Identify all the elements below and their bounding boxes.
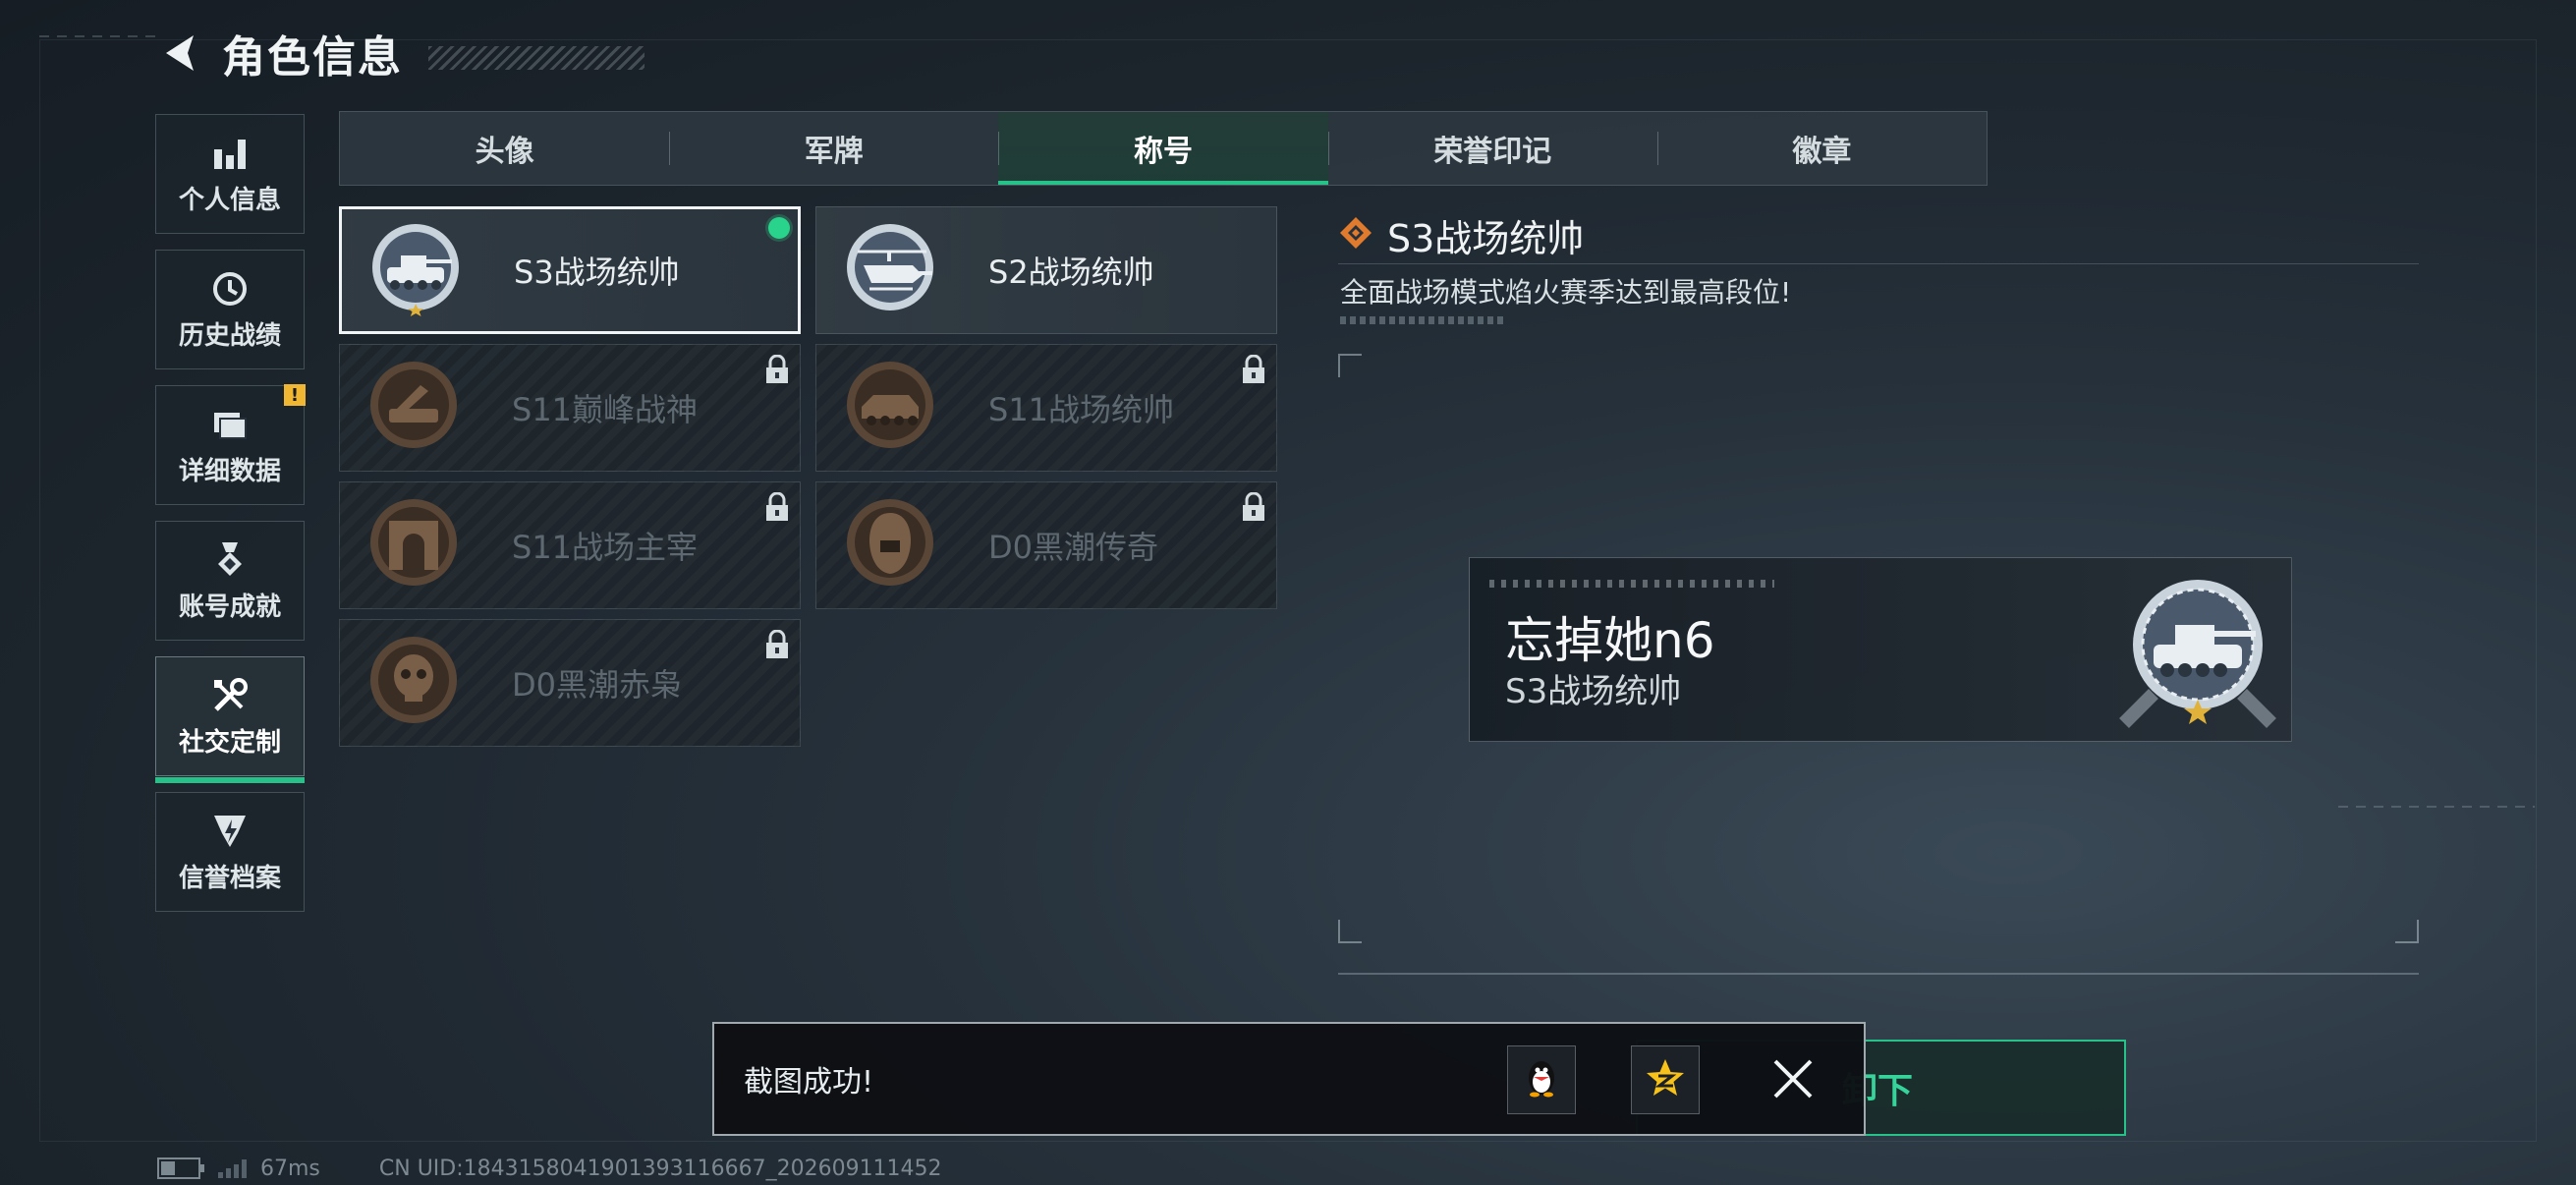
history-clock-icon xyxy=(209,268,251,310)
share-qzone-button[interactable] xyxy=(1631,1045,1700,1114)
title-name: D0黑潮传奇 xyxy=(988,529,1159,566)
lock-icon xyxy=(1241,354,1266,384)
nav-item-personal-info[interactable]: 个人信息 xyxy=(155,114,305,234)
wrench-tools-icon xyxy=(209,675,251,716)
lock-icon xyxy=(1241,491,1266,522)
page-title: 角色信息 xyxy=(222,32,403,83)
nav-label: 信誉档案 xyxy=(178,863,281,893)
frame-corner xyxy=(1338,920,1362,943)
category-tabs: 头像 军牌 称号 荣誉印记 徽章 xyxy=(339,111,1988,186)
helicopter-emblem-icon xyxy=(836,216,944,324)
folder-icon xyxy=(209,404,251,445)
tab-badge[interactable]: 徽章 xyxy=(1656,112,1987,185)
nav-item-history[interactable]: 历史战绩 xyxy=(155,250,305,369)
equipped-indicator xyxy=(768,217,790,239)
launcher-emblem-icon xyxy=(360,354,468,462)
title-card-s2-commander[interactable]: S2战场统帅 xyxy=(815,206,1277,334)
title-name: D0黑潮赤枭 xyxy=(512,666,683,704)
tab-dog-tag[interactable]: 军牌 xyxy=(669,112,998,185)
lock-icon xyxy=(764,629,790,659)
nav-label: 社交定制 xyxy=(178,727,281,758)
back-arrow-icon[interactable] xyxy=(157,30,202,76)
nav-label: 账号成就 xyxy=(178,592,281,622)
player-name: 忘掉她n6 xyxy=(1505,612,1715,669)
share-qq-button[interactable] xyxy=(1507,1045,1576,1114)
tab-avatar[interactable]: 头像 xyxy=(340,112,669,185)
decorative-code-strip xyxy=(1489,580,1774,588)
ping-value: 67ms xyxy=(260,1156,320,1181)
detail-header: S3战场统帅 xyxy=(1338,206,2419,264)
lock-icon xyxy=(764,354,790,384)
nav-item-reputation[interactable]: 信誉档案 xyxy=(155,792,305,912)
nav-item-social-custom[interactable]: 社交定制 xyxy=(155,656,305,783)
page-header: 角色信息 xyxy=(157,22,644,85)
tank-emblem-icon xyxy=(362,216,470,324)
signal-icon xyxy=(218,1158,247,1178)
arch-emblem-icon xyxy=(360,491,468,599)
title-name: S2战场统帅 xyxy=(988,254,1154,291)
decorative-code-strip xyxy=(1340,316,1505,324)
tank-emblem-icon xyxy=(2114,566,2281,733)
title-card-d0-owl[interactable]: D0黑潮赤枭 xyxy=(339,619,801,747)
qq-penguin-icon xyxy=(1520,1056,1563,1103)
nav-label: 详细数据 xyxy=(178,456,281,486)
title-name: S11巅峰战神 xyxy=(512,391,699,428)
battery-icon xyxy=(157,1157,204,1179)
lock-icon xyxy=(764,491,790,522)
frame-corner xyxy=(2395,920,2419,943)
title-card-d0-legend[interactable]: D0黑潮传奇 xyxy=(815,481,1277,609)
orange-diamond-icon xyxy=(1338,215,1373,254)
title-card-s3-commander[interactable]: S3战场统帅 xyxy=(339,206,801,334)
nameplate-preview: 忘掉她n6 S3战场统帅 xyxy=(1469,557,2292,742)
shield-badge-icon xyxy=(209,811,251,852)
title-card-s11-dominator[interactable]: S11战场主宰 xyxy=(339,481,801,609)
frame-divider xyxy=(1338,973,2419,975)
tab-honor-mark[interactable]: 荣誉印记 xyxy=(1327,112,1657,185)
title-name: S11战场统帅 xyxy=(988,391,1175,428)
apc-emblem-icon xyxy=(836,354,944,462)
toast-message: 截图成功! xyxy=(744,1065,874,1100)
hooded-figure-emblem-icon xyxy=(836,491,944,599)
title-card-s11-peak-god[interactable]: S11巅峰战神 xyxy=(339,344,801,472)
tab-title[interactable]: 称号 xyxy=(998,112,1328,185)
player-title: S3战场统帅 xyxy=(1505,672,1682,711)
detail-title-name: S3战场统帅 xyxy=(1387,216,1585,260)
nav-item-detailed-data[interactable]: ! 详细数据 xyxy=(155,384,306,505)
title-list: S3战场统帅 S2战场统帅 S11巅峰战神 S11战场统帅 S11战场主宰 D0… xyxy=(339,206,1277,747)
title-decoration xyxy=(428,46,644,70)
nav-label: 历史战绩 xyxy=(178,320,281,351)
side-nav: 个人信息 历史战绩 ! 详细数据 账号成就 社交定制 信誉档案 xyxy=(155,114,306,928)
medal-icon xyxy=(209,539,251,581)
nav-label: 个人信息 xyxy=(178,185,281,215)
alert-badge: ! xyxy=(284,384,306,406)
skull-emblem-icon xyxy=(360,629,468,737)
title-name: S11战场主宰 xyxy=(512,529,699,566)
bar-chart-icon xyxy=(209,133,251,174)
frame-corner xyxy=(1338,354,1362,377)
title-name: S3战场统帅 xyxy=(514,254,680,291)
close-icon[interactable] xyxy=(1765,1051,1820,1106)
title-card-s11-commander[interactable]: S11战场统帅 xyxy=(815,344,1277,472)
status-footer: 67ms CN UID:1843158041901393116667_20260… xyxy=(157,1156,942,1181)
detail-description: 全面战场模式焰火赛季达到最高段位! xyxy=(1340,276,1792,309)
background-dash-line xyxy=(39,35,157,37)
qzone-star-icon xyxy=(1644,1056,1687,1103)
nav-item-achievements[interactable]: 账号成就 xyxy=(155,521,305,641)
screenshot-toast: 截图成功! xyxy=(712,1022,1866,1136)
uid-text: CN UID:1843158041901393116667_2026091114… xyxy=(378,1156,942,1181)
